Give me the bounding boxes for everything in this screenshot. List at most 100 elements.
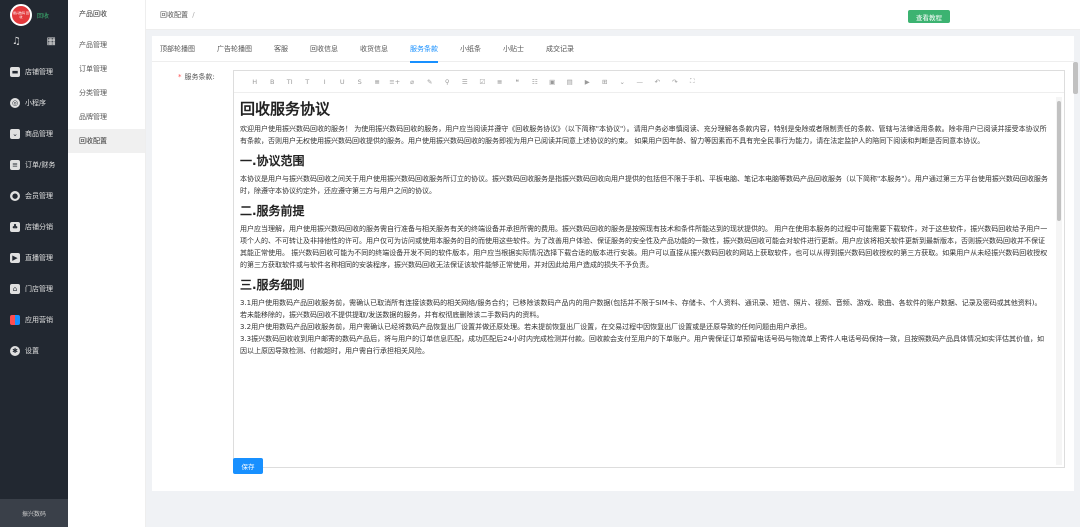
code-icon[interactable]: ⌄ (614, 78, 632, 86)
sidebar-item-label: 应用营销 (25, 315, 53, 324)
underline-icon[interactable]: U (334, 78, 352, 86)
miniprogram-icon: ◎ (10, 97, 20, 108)
main-nav: ▬ 店铺管理 ◎ 小程序 ⌄ 商品管理 ≡ 订单/财务 ● 会员管理 ♣ 店铺分销 ▶ 直播管… (0, 56, 68, 366)
sidebar-footer[interactable]: 振兴数码 (0, 499, 68, 527)
redo-icon[interactable]: ↷ (666, 78, 684, 86)
pen-icon[interactable]: ✎ (421, 78, 439, 86)
page-scrollbar[interactable] (1073, 62, 1078, 94)
section-3-item-3: 3.3振兴数码回收收到用户邮寄的数码产品后，将与用户的订单信息匹配，成功匹配后2… (240, 335, 1045, 355)
view-tutorial-button[interactable]: 查看教程 (908, 10, 950, 23)
sidebar-item-shop[interactable]: ⌂ 门店管理 (0, 273, 68, 304)
agreement-intro: 欢迎用户使用振兴数码回收的服务！ 为使用振兴数码回收的服务，用户应当阅读并遵守《… (240, 125, 1047, 145)
main-sidebar: 振兴数码 回收 回收 ♫ ▦ ▬ 店铺管理 ◎ 小程序 ⌄ 商品管理 ≡ 订单/财务 ●… (0, 0, 68, 527)
tab-recycle-info[interactable]: 回收信息 (310, 36, 338, 62)
sidebar-item-goods[interactable]: ⌄ 商品管理 (0, 118, 68, 149)
editor-scroll-thumb[interactable] (1057, 101, 1061, 221)
tab-notes[interactable]: 小纸条 (460, 36, 481, 62)
video-icon[interactable]: ▶ (579, 78, 597, 86)
live-icon: ▶ (10, 252, 20, 263)
sidebar-item-order[interactable]: ≡ 订单/财务 (0, 149, 68, 180)
qrcode-icon[interactable]: ▦ (47, 36, 56, 56)
logo-badge-text: 振兴数码 回收 (13, 11, 29, 19)
undo-icon[interactable]: ↶ (649, 78, 667, 86)
sidebar-item-label: 会员管理 (25, 191, 53, 200)
save-button[interactable]: 保存 (233, 458, 263, 474)
table-icon[interactable]: ⊞ (596, 78, 614, 86)
sidebar-item-miniprogram[interactable]: ◎ 小程序 (0, 87, 68, 118)
store-icon: ▬ (10, 66, 20, 77)
image-icon[interactable]: ▣ (544, 78, 562, 86)
divider-icon[interactable]: — (631, 78, 649, 86)
utility-row: ♫ ▦ (0, 30, 68, 56)
sidebar-item-apps[interactable]: 应用营销 (0, 304, 68, 335)
font-size-icon[interactable]: TI (281, 78, 299, 86)
top-bar: 回收配置 / 查看教程 (146, 0, 1080, 30)
main-card: 顶部轮播图 广告轮播图 客服 回收信息 收货信息 服务条款 小纸条 小贴士 成交… (152, 36, 1074, 491)
sub-nav-item-orders[interactable]: 订单管理 (68, 57, 145, 81)
sidebar-item-member[interactable]: ● 会员管理 (0, 180, 68, 211)
section-2-text: 用户应当理解，用户使用振兴数码回收的服务需自行准备与相关服务有关的终端设备并承担… (240, 225, 1048, 269)
sidebar-item-label: 店铺分销 (25, 222, 53, 231)
heading-icon[interactable]: H (246, 78, 264, 86)
sub-nav-item-recycle-config[interactable]: 回收配置 (68, 129, 145, 153)
sub-nav-item-categories[interactable]: 分类管理 (68, 81, 145, 105)
strikethrough-icon[interactable]: S (351, 78, 369, 86)
picture-icon[interactable]: ▤ (561, 78, 579, 86)
bold-icon[interactable]: B (264, 78, 282, 86)
italic-icon[interactable]: I (316, 78, 334, 86)
sub-nav-item-products[interactable]: 产品管理 (68, 33, 145, 57)
link-icon[interactable]: ⌀ (404, 78, 422, 86)
sidebar-item-distribution[interactable]: ♣ 店铺分销 (0, 211, 68, 242)
color-icon[interactable]: ⚲ (439, 78, 457, 86)
sidebar-item-settings[interactable]: ✱ 设置 (0, 335, 68, 366)
tab-shipping-info[interactable]: 收货信息 (360, 36, 388, 62)
editor-content[interactable]: 回收服务协议 欢迎用户使用振兴数码回收的服务！ 为使用振兴数码回收的服务，用户应… (240, 97, 1058, 465)
sidebar-item-store[interactable]: ▬ 店铺管理 (0, 56, 68, 87)
member-icon: ● (10, 190, 20, 201)
sidebar-item-label: 直播管理 (25, 253, 53, 262)
config-tabs: 顶部轮播图 广告轮播图 客服 回收信息 收货信息 服务条款 小纸条 小贴士 成交… (152, 36, 1074, 63)
sub-sidebar: 产品回收 产品管理 订单管理 分类管理 品牌管理 回收配置 (68, 0, 146, 527)
sub-nav-item-brands[interactable]: 品牌管理 (68, 105, 145, 129)
section-2-title: 二.服务前提 (240, 204, 305, 218)
sub-sidebar-title: 产品回收 (79, 10, 107, 18)
bell-icon[interactable]: ♫ (12, 36, 21, 56)
section-1-title: 一.协议范围 (240, 154, 305, 168)
sidebar-item-label: 小程序 (25, 98, 46, 107)
tab-top-banner[interactable]: 顶部轮播图 (160, 36, 195, 62)
emoji-icon[interactable]: ☷ (526, 78, 544, 86)
tab-service-terms[interactable]: 服务条款 (410, 36, 438, 63)
sidebar-item-label: 订单/财务 (25, 160, 56, 169)
align-icon[interactable]: ≣ (369, 78, 387, 86)
line-height-icon[interactable]: ≡+ (386, 78, 404, 86)
tab-tips[interactable]: 小贴士 (503, 36, 524, 62)
sidebar-item-label: 门店管理 (25, 284, 53, 293)
list-icon[interactable]: ☰ (456, 78, 474, 86)
required-mark: * (178, 73, 182, 81)
logo-side-text: 回收 (37, 12, 50, 20)
tab-ad-banner[interactable]: 广告轮播图 (217, 36, 252, 62)
indent-icon[interactable]: ≣ (491, 78, 509, 86)
breadcrumb-current[interactable]: 回收配置 (160, 11, 188, 19)
agreement-title: 回收服务协议 (240, 100, 331, 118)
sidebar-item-label: 店铺管理 (25, 67, 53, 76)
sub-nav: 产品管理 订单管理 分类管理 品牌管理 回收配置 (68, 33, 145, 153)
quote-icon[interactable]: ❝ (509, 78, 527, 86)
goods-icon: ⌄ (10, 128, 20, 139)
rich-text-editor[interactable]: H B TI T I U S ≣ ≡+ ⌀ ✎ ⚲ ☰ ☑ ≣ ❝ ☷ ▣ ▤ … (233, 70, 1065, 468)
editor-toolbar: H B TI T I U S ≣ ≡+ ⌀ ✎ ⚲ ☰ ☑ ≣ ❝ ☷ ▣ ▤ … (234, 71, 1064, 93)
brand-logo: 振兴数码 回收 (10, 4, 32, 26)
breadcrumb: 回收配置 / (160, 10, 195, 20)
section-1-text: 本协议是用户与振兴数码回收之间关于用户使用振兴数码回收服务所订立的协议。振兴数码… (240, 175, 1048, 195)
font-family-icon[interactable]: T (299, 78, 317, 86)
service-terms-label-text: 服务条款: (184, 73, 215, 81)
tab-deal-records[interactable]: 成交记录 (546, 36, 574, 62)
sidebar-item-label: 商品管理 (25, 129, 53, 138)
checklist-icon[interactable]: ☑ (474, 78, 492, 86)
fullscreen-icon[interactable]: ⛶ (684, 77, 702, 86)
logo-area[interactable]: 振兴数码 回收 回收 (0, 0, 68, 30)
editor-scrollbar[interactable] (1056, 97, 1062, 465)
tab-customer-service[interactable]: 客服 (274, 36, 288, 62)
sidebar-item-live[interactable]: ▶ 直播管理 (0, 242, 68, 273)
apps-icon (10, 314, 20, 325)
